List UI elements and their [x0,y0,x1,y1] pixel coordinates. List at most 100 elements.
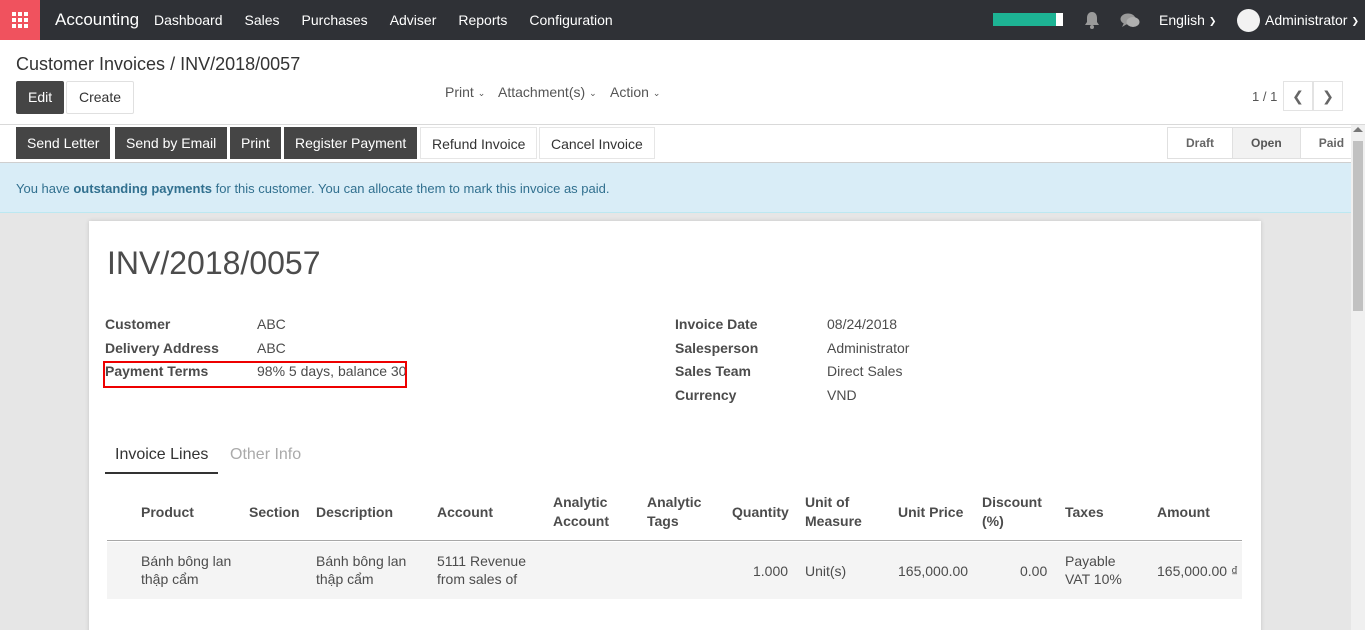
apps-grid-icon [12,12,28,28]
column-header-analytic-account[interactable]: Analytic Account [553,493,623,531]
row-unit-price[interactable]: 165,000.00 [898,562,968,580]
column-header-unit-price[interactable]: Unit Price [898,503,963,522]
avatar[interactable] [1237,9,1260,32]
invoice-sheet: INV/2018/0057 Customer ABC Delivery Addr… [89,221,1261,630]
onboarding-progress-bar[interactable] [993,13,1063,26]
table-row[interactable]: Bánh bông lan thập cẩm Bánh bông lan thậ… [107,542,1242,599]
print-dropdown[interactable]: Print ⌄ [445,84,485,100]
control-panel: Customer Invoices / INV/2018/0057 Edit C… [0,40,1365,125]
invoice-date-label: Invoice Date [675,316,758,332]
create-button[interactable]: Create [66,81,135,114]
breadcrumb: Customer Invoices / INV/2018/0057 [16,54,300,75]
outstanding-payments-alert: You have outstanding payments for this c… [0,163,1351,213]
chevron-down-icon: ⌄ [589,88,597,98]
cancel-invoice-button[interactable]: Cancel Invoice [539,127,655,159]
delivery-address-label: Delivery Address [105,340,219,356]
action-dropdown-label: Action [610,84,649,100]
attachments-dropdown[interactable]: Attachment(s) ⌄ [498,84,597,100]
customer-label: Customer [105,316,171,332]
chevron-left-icon: ❮ [1292,87,1304,104]
register-payment-button[interactable]: Register Payment [284,127,418,159]
breadcrumb-current: INV/2018/0057 [180,54,301,74]
sales-team-label: Sales Team [675,363,752,379]
salesperson-value[interactable]: Administrator [827,340,909,356]
payment-terms-highlight-box [103,361,407,388]
column-header-quantity[interactable]: Quantity [732,503,789,522]
attachments-dropdown-label: Attachment(s) [498,84,586,100]
stage-draft[interactable]: Draft [1168,128,1233,158]
page-scrollbar[interactable] [1351,125,1365,630]
pager-previous-button[interactable]: ❮ [1283,81,1313,111]
language-selector[interactable]: English ❯ [1159,12,1216,28]
row-description[interactable]: Bánh bông lan thập cẩm [316,552,411,588]
row-discount[interactable]: 0.00 [1020,562,1047,580]
stage-open[interactable]: Open [1232,128,1300,158]
menu-item-sales[interactable]: Sales [245,12,280,28]
send-letter-button[interactable]: Send Letter [16,127,111,159]
chat-icon[interactable] [1120,12,1140,29]
menu-item-dashboard[interactable]: Dashboard [154,12,223,28]
chevron-down-icon: ⌄ [477,88,486,98]
row-taxes[interactable]: Payable VAT 10% [1065,552,1135,588]
menu-item-reports[interactable]: Reports [458,12,507,28]
row-uom[interactable]: Unit(s) [805,562,846,580]
scroll-up-arrow-icon[interactable] [1353,127,1363,132]
column-header-section[interactable]: Section [249,503,300,522]
print-button[interactable]: Print [230,127,281,159]
user-menu[interactable]: Administrator ❯ [1265,12,1359,28]
column-header-taxes[interactable]: Taxes [1065,503,1104,522]
column-header-account[interactable]: Account [437,503,493,522]
salesperson-label: Salesperson [675,340,759,356]
currency-value[interactable]: VND [827,387,857,403]
column-header-discount[interactable]: Discount (%) [982,493,1042,531]
menu-item-purchases[interactable]: Purchases [302,12,368,28]
sales-team-value[interactable]: Direct Sales [827,363,902,379]
edit-button[interactable]: Edit [16,81,65,114]
alert-text: You have outstanding payments for this c… [16,181,609,196]
invoice-lines-table-header: Product Section Description Account Anal… [107,487,1242,541]
chevron-down-icon: ❯ [1351,16,1360,26]
menu-item-adviser[interactable]: Adviser [390,12,437,28]
invoice-title: INV/2018/0057 [107,245,321,281]
alert-suffix: for this customer. You can allocate them… [212,181,610,196]
scrollbar-thumb[interactable] [1353,141,1363,311]
top-navbar: Accounting Dashboard Sales Purchases Adv… [0,0,1365,40]
invoice-date-value[interactable]: 08/24/2018 [827,316,897,332]
breadcrumb-separator: / [170,54,176,74]
column-header-unit-of-measure[interactable]: Unit of Measure [805,493,865,531]
bell-icon[interactable] [1083,11,1101,29]
row-account[interactable]: 5111 Revenue from sales of [437,552,532,588]
user-name: Administrator [1265,12,1348,28]
pager-next-button[interactable]: ❯ [1313,81,1343,111]
delivery-address-value[interactable]: ABC [257,340,286,356]
alert-strong[interactable]: outstanding payments [73,181,212,196]
refund-invoice-button[interactable]: Refund Invoice [420,127,538,159]
send-by-email-button[interactable]: Send by Email [115,127,228,159]
pager-value[interactable]: 1 / 1 [1252,89,1277,104]
currency-label: Currency [675,387,737,403]
row-quantity[interactable]: 1.000 [753,562,788,580]
active-tab-underline [105,472,218,474]
chevron-down-icon: ⌄ [652,88,661,98]
action-dropdown[interactable]: Action ⌄ [610,84,660,100]
column-header-product[interactable]: Product [141,503,194,522]
breadcrumb-parent[interactable]: Customer Invoices [16,54,165,74]
form-statusbar: Send Letter Send by Email Print Register… [0,125,1364,163]
apps-menu-button[interactable] [0,0,40,40]
column-header-description[interactable]: Description [316,503,393,522]
tab-other-info[interactable]: Other Info [230,446,301,464]
tab-invoice-lines[interactable]: Invoice Lines [115,446,208,464]
column-header-analytic-tags[interactable]: Analytic Tags [647,493,707,531]
customer-value[interactable]: ABC [257,316,286,332]
app-brand[interactable]: Accounting [55,10,139,30]
chevron-down-icon: ❯ [1208,16,1217,26]
print-dropdown-label: Print [445,84,474,100]
menu-item-configuration[interactable]: Configuration [529,12,612,28]
chevron-right-icon: ❯ [1322,87,1334,104]
column-header-amount[interactable]: Amount [1157,503,1210,522]
notebook-tabs: Invoice Lines Other Info [105,441,1242,474]
row-amount[interactable]: 165,000.00 ₫ [1157,562,1242,580]
alert-prefix: You have [16,181,74,196]
row-product[interactable]: Bánh bông lan thập cẩm [141,552,236,588]
progress-fill [993,13,1056,26]
